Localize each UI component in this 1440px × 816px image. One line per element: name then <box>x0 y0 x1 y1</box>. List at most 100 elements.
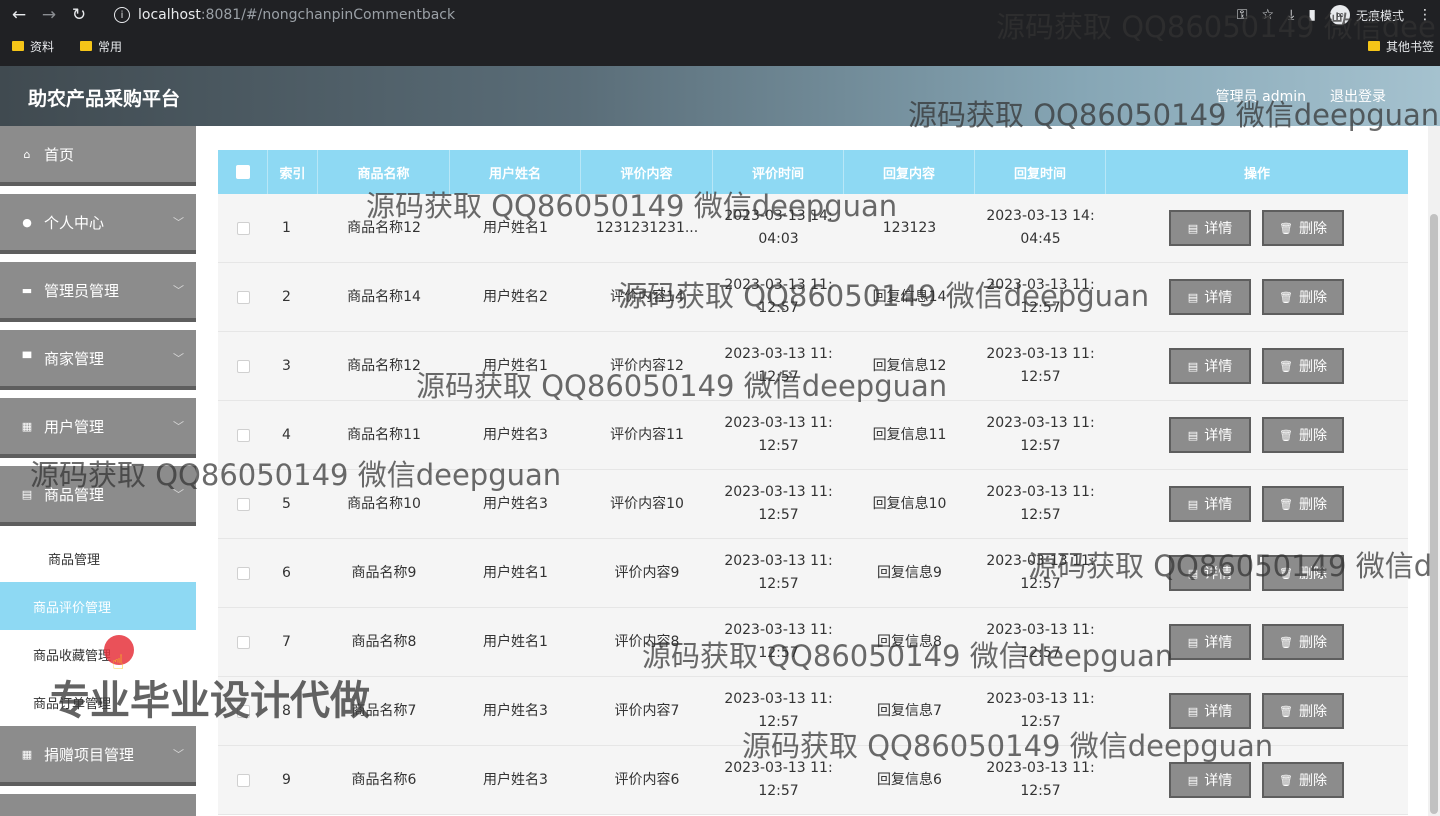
trash-icon: 🗑 <box>1279 290 1293 304</box>
trash-icon: 🗑 <box>1279 428 1293 442</box>
cell-comment: 评价内容7 <box>614 702 680 719</box>
cell-user-name: 用户姓名3 <box>483 702 548 719</box>
trash-icon: 🗑 <box>1279 221 1293 235</box>
delete-button[interactable]: 🗑 删除 <box>1262 210 1344 246</box>
cell-comment-time: 2023-03-13 11: 12:57 <box>724 415 833 454</box>
cell-user-name: 用户姓名2 <box>483 288 548 305</box>
row-checkbox[interactable] <box>236 428 250 442</box>
delete-button[interactable]: 🗑 删除 <box>1262 348 1344 384</box>
delete-button[interactable]: 🗑 删除 <box>1262 693 1344 729</box>
row-checkbox[interactable] <box>236 773 250 787</box>
watermark: 源码获取 QQ86050149 微信d <box>1028 549 1433 583</box>
hand-cursor-icon: ☝ <box>112 650 125 674</box>
document-icon: ▤ <box>1187 290 1199 304</box>
detail-button-label: 详情 <box>1204 773 1233 789</box>
cell-index: 1 <box>282 219 291 236</box>
promo-watermark: 专业毕业设计代做 <box>50 678 370 724</box>
delete-button[interactable]: 🗑 删除 <box>1262 486 1344 522</box>
sidebar-item-label: 捐赠项目管理 <box>44 745 135 764</box>
bookmark-folder-2[interactable]: 常用 <box>80 38 122 55</box>
folder-icon <box>12 41 24 51</box>
cell-comment-time: 2023-03-13 11: 12:57 <box>724 484 833 523</box>
sidebar-item-personal-center[interactable]: ● 个人中心 ﹀ <box>0 194 196 254</box>
cell-product-name: 商品名称6 <box>351 771 417 788</box>
watermark: 源码获取 QQ86050149 微信deepguan <box>742 729 1274 763</box>
row-select-cell <box>218 332 268 400</box>
cell-reply: 回复信息11 <box>872 426 947 443</box>
delete-button[interactable]: 🗑 删除 <box>1262 279 1344 315</box>
cell-reply-time: 2023-03-13 14: 04:45 <box>986 208 1095 247</box>
detail-button[interactable]: ▤ 详情 <box>1169 348 1251 384</box>
chevron-down-icon: ﹀ <box>173 748 184 761</box>
detail-button-label: 详情 <box>1204 359 1233 375</box>
sidebar-item-partial[interactable] <box>0 794 196 816</box>
col-reply-time: 回复时间 <box>975 150 1106 194</box>
detail-button-label: 详情 <box>1204 221 1233 237</box>
row-checkbox[interactable] <box>236 359 250 373</box>
watermark: 源码获取 QQ86050149 微信deepguan <box>642 639 1174 673</box>
sidebar-item-donation-management[interactable]: ▦ 捐赠项目管理 ﹀ <box>0 726 196 786</box>
sidebar-subitem-product-reviews[interactable]: 商品评价管理 <box>0 582 196 630</box>
detail-button[interactable]: ▤ 详情 <box>1169 417 1251 453</box>
forward-arrow-icon[interactable]: → <box>34 0 64 30</box>
chevron-down-icon: ﹀ <box>173 420 184 433</box>
delete-button-label: 删除 <box>1298 359 1327 375</box>
delete-button[interactable]: 🗑 删除 <box>1262 417 1344 453</box>
cell-reply-time: 2023-03-13 11: 12:57 <box>986 346 1095 385</box>
detail-button[interactable]: ▤ 详情 <box>1169 210 1251 246</box>
cell-comment: 评价内容9 <box>614 564 680 581</box>
delete-button-label: 删除 <box>1298 497 1327 513</box>
back-arrow-icon[interactable]: ← <box>4 0 34 30</box>
trash-icon: 🗑 <box>1279 359 1293 373</box>
sidebar-item-user-management[interactable]: ▦ 用户管理 ﹀ <box>0 398 196 458</box>
row-select-cell <box>218 608 268 676</box>
detail-button[interactable]: ▤ 详情 <box>1169 486 1251 522</box>
delete-button-label: 删除 <box>1298 221 1327 237</box>
document-icon: ▤ <box>1187 221 1199 235</box>
delete-button[interactable]: 🗑 删除 <box>1262 624 1344 660</box>
row-checkbox[interactable] <box>236 290 250 304</box>
cell-index: 9 <box>282 771 291 788</box>
sidebar-item-admin-management[interactable]: ▬ 管理员管理 ﹀ <box>0 262 196 322</box>
select-all-checkbox[interactable] <box>235 165 250 179</box>
site-info-icon[interactable]: i <box>114 7 130 23</box>
watermark: 源码获取 QQ86050149 微信deepguan <box>30 458 562 492</box>
url-text: localhost:8081/#/nongchanpinCommentback <box>138 7 455 23</box>
detail-button-label: 详情 <box>1204 290 1233 306</box>
row-checkbox[interactable] <box>236 497 250 511</box>
cell-index: 7 <box>282 633 291 650</box>
document-icon: ▤ <box>1187 497 1199 511</box>
col-actions: 操作 <box>1243 166 1270 182</box>
document-icon: ▤ <box>1187 704 1199 718</box>
row-checkbox[interactable] <box>236 635 250 649</box>
trash-icon: 🗑 <box>1279 635 1293 649</box>
cell-user-name: 用户姓名3 <box>483 771 548 788</box>
cell-product-name: 商品名称14 <box>347 288 421 305</box>
scrollbar-thumb[interactable] <box>1430 214 1438 814</box>
sidebar-item-label: 管理员管理 <box>44 281 120 300</box>
document-icon: ▤ <box>1187 428 1199 442</box>
detail-button-label: 详情 <box>1204 497 1233 513</box>
detail-button[interactable]: ▤ 详情 <box>1169 762 1251 798</box>
bookmark-label: 常用 <box>98 39 123 54</box>
sidebar-item-home[interactable]: ⌂ 首页 <box>0 126 196 186</box>
row-checkbox[interactable] <box>236 566 250 580</box>
vertical-scrollbar[interactable] <box>1428 126 1440 816</box>
cell-product-name: 商品名称8 <box>351 633 417 650</box>
bookmark-folder-1[interactable]: 资料 <box>12 38 54 55</box>
detail-button[interactable]: ▤ 详情 <box>1169 624 1251 660</box>
detail-button-label: 详情 <box>1204 704 1233 720</box>
url-host: localhost <box>138 7 201 23</box>
row-checkbox[interactable] <box>236 221 250 235</box>
cell-reply: 回复信息9 <box>877 564 942 581</box>
sidebar-item-merchant-management[interactable]: ▀ 商家管理 ﹀ <box>0 330 196 390</box>
cell-index: 3 <box>282 357 291 374</box>
bookmark-label: 资料 <box>30 39 55 54</box>
row-select-cell <box>218 539 268 607</box>
delete-button[interactable]: 🗑 删除 <box>1262 762 1344 798</box>
folder-icon <box>80 41 93 51</box>
reload-icon[interactable]: ↻ <box>64 0 94 30</box>
sidebar-subitem-products[interactable]: 商品管理 <box>0 534 196 582</box>
detail-button[interactable]: ▤ 详情 <box>1169 279 1251 315</box>
row-select-cell <box>218 194 268 262</box>
